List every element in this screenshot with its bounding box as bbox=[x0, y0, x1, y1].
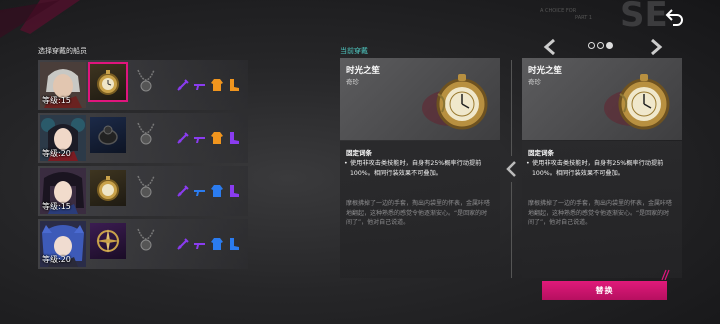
crew-panel-title: 选择穿戴的船员 bbox=[38, 47, 87, 55]
equipped-ring-slot[interactable] bbox=[90, 117, 126, 153]
dark-haired-girl-portrait[interactable]: 等级:20 bbox=[40, 115, 86, 161]
current-equipped-title: 当前穿戴 bbox=[340, 47, 368, 55]
crew-row-4[interactable]: 等级:20 bbox=[38, 219, 248, 269]
boots-icon bbox=[230, 185, 239, 197]
gun-icon bbox=[194, 137, 205, 143]
sword-icon bbox=[177, 185, 189, 197]
pocket-watch-icon bbox=[422, 74, 488, 130]
sword-icon bbox=[177, 238, 189, 250]
coat-icon bbox=[211, 79, 223, 91]
slash-decoration-icon bbox=[661, 269, 670, 280]
grey-haired-man-portrait[interactable]: 等级:15 bbox=[40, 62, 86, 108]
boots-icon bbox=[230, 238, 239, 250]
gun-icon bbox=[194, 84, 205, 90]
level-label: 等级:20 bbox=[42, 149, 71, 158]
svg-text:SE: SE bbox=[620, 0, 668, 35]
fixed-attribute-label: 固定词条 bbox=[346, 149, 372, 157]
return-arrow-icon bbox=[665, 9, 683, 26]
crew-row-3[interactable]: 等级:15 bbox=[38, 166, 248, 216]
deco-text-2: PART 1 bbox=[575, 15, 592, 21]
sword-icon bbox=[177, 79, 189, 91]
page-dot bbox=[588, 42, 595, 49]
page-indicator bbox=[588, 42, 613, 49]
equipped-watch-slot[interactable] bbox=[88, 62, 128, 102]
pocket-watch-icon bbox=[97, 176, 119, 201]
equipped-watch-slot[interactable] bbox=[90, 170, 126, 206]
previous-item-arrow-icon[interactable] bbox=[542, 38, 558, 56]
gun-icon bbox=[194, 243, 205, 249]
compare-item-header: 时光之笙 奇珍 bbox=[522, 58, 682, 140]
effect-description: 使用非攻击类技能时，自身有25%概率行动提前100%。相同行装效果不可叠加。 bbox=[350, 160, 482, 177]
coat-icon bbox=[211, 185, 223, 197]
pocket-watch-icon bbox=[604, 74, 670, 130]
level-label: 等级:20 bbox=[42, 255, 71, 264]
necklace-slot-icon[interactable] bbox=[132, 172, 160, 202]
current-item-name: 时光之笙 bbox=[346, 66, 381, 76]
current-item-header: 时光之笙 奇珍 bbox=[340, 58, 500, 140]
divider-line-bottom bbox=[511, 182, 512, 278]
blue-haired-girl-portrait[interactable]: 等级:20 bbox=[40, 221, 86, 267]
fixed-attribute-label: 固定词条 bbox=[528, 149, 554, 157]
compass-icon bbox=[96, 229, 120, 253]
coat-icon bbox=[211, 238, 223, 250]
crew-row-2[interactable]: 等级:20 bbox=[38, 113, 248, 163]
black-ring-icon bbox=[98, 125, 118, 145]
necklace-slot-icon[interactable] bbox=[132, 119, 160, 149]
page-dot-active bbox=[606, 42, 613, 49]
compare-item-details: 固定词条 • 使用非攻击类技能时，自身有25%概率行动提前100%。相同行装效果… bbox=[522, 141, 682, 278]
necklace-slot-icon[interactable] bbox=[132, 225, 160, 255]
equipped-compass-slot[interactable] bbox=[90, 223, 126, 259]
compare-arrow-button[interactable] bbox=[502, 158, 520, 180]
coat-icon bbox=[211, 132, 223, 144]
back-button[interactable] bbox=[662, 6, 688, 28]
boots-icon bbox=[230, 79, 239, 91]
effect-text: • 使用非攻击类技能时，自身有25%概率行动提前100%。相同行装效果不可叠加。 bbox=[526, 160, 664, 177]
necklace-slot-icon[interactable] bbox=[132, 66, 160, 96]
compare-item-type: 奇珍 bbox=[528, 78, 541, 86]
divider-line-top bbox=[511, 60, 512, 156]
effect-text: • 使用非攻击类技能时，自身有25%概率行动提前100%。相同行装效果不可叠加。 bbox=[344, 160, 482, 177]
twin-tail-girl-portrait[interactable]: 等级:15 bbox=[40, 168, 86, 214]
current-item-details: 固定词条 • 使用非攻击类技能时，自身有25%概率行动提前100%。相同行装效果… bbox=[340, 141, 500, 278]
current-item-type: 奇珍 bbox=[346, 78, 359, 86]
page-dot bbox=[597, 42, 604, 49]
replace-button[interactable]: 替换 bbox=[542, 281, 667, 300]
next-item-arrow-icon[interactable] bbox=[648, 38, 664, 56]
chevron-left-icon bbox=[506, 161, 516, 177]
compare-item-name: 时光之笙 bbox=[528, 66, 563, 76]
crew-row-1[interactable]: 等级:15 bbox=[38, 60, 248, 110]
boots-icon bbox=[230, 132, 239, 144]
lore-text: 摩根拂掉了一边的手套，掏出内袋里的怀表，金属咔嗒地翻起，这种熟悉的感觉令他逐渐安… bbox=[528, 200, 673, 226]
pocket-watch-icon bbox=[97, 70, 119, 95]
lore-text: 摩根拂掉了一边的手套，掏出内袋里的怀表，金属咔嗒地翻起，这种熟悉的感觉令他逐渐安… bbox=[346, 200, 491, 226]
deco-text-1: A CHOICE FOR bbox=[540, 8, 577, 14]
effect-description: 使用非攻击类技能时，自身有25%概率行动提前100%。相同行装效果不可叠加。 bbox=[532, 160, 664, 177]
top-decoration: A CHOICE FOR PART 1 SE bbox=[0, 0, 668, 38]
level-label: 等级:15 bbox=[42, 96, 71, 105]
level-label: 等级:15 bbox=[42, 202, 71, 211]
sword-icon bbox=[177, 132, 189, 144]
gun-icon bbox=[194, 190, 205, 196]
